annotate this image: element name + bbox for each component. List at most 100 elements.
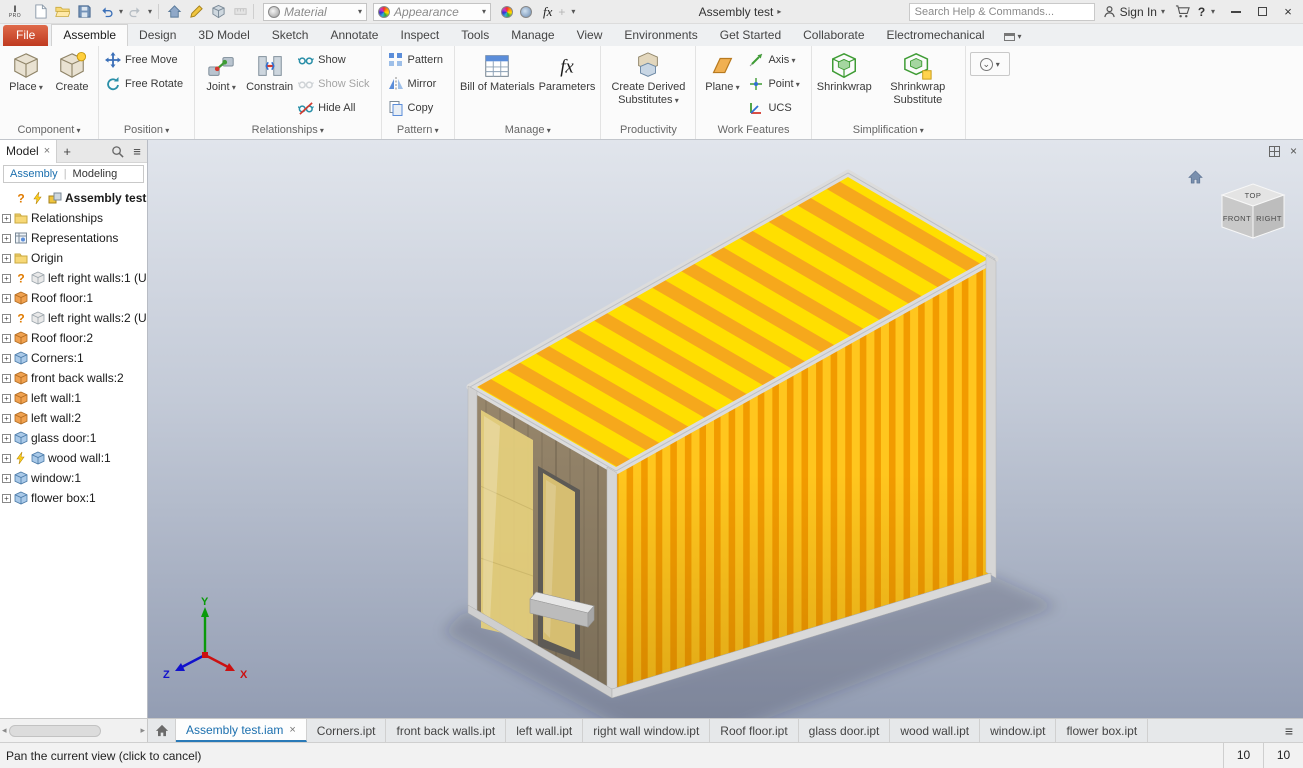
document-tab-glass-door-ipt[interactable]: glass door.ipt	[799, 719, 891, 742]
subtab-assembly[interactable]: Assembly	[10, 168, 58, 180]
expander-icon[interactable]: +	[2, 333, 11, 343]
app-logo[interactable]: I PRO	[2, 2, 28, 22]
button-show-sick[interactable]: Show Sick	[295, 72, 377, 96]
help-search-input[interactable]	[908, 2, 1095, 21]
adjust-appearance-icon[interactable]	[497, 3, 516, 21]
split-view-icon[interactable]	[1268, 145, 1280, 157]
close-tab-icon[interactable]: ×	[289, 724, 295, 736]
close-button[interactable]: ×	[1275, 2, 1301, 22]
button-copy[interactable]: Copy	[385, 96, 451, 120]
button-joint[interactable]: Joint ▾	[198, 48, 244, 94]
button-pattern[interactable]: Pattern	[385, 48, 451, 72]
group-label-component[interactable]: Component ▾	[0, 123, 98, 138]
ribbon-tab-file[interactable]: File	[3, 25, 49, 46]
expander-icon[interactable]: +	[2, 493, 11, 503]
help-dropdown-icon[interactable]: ▾	[1211, 7, 1215, 16]
tree-item-left-right-walls-2-u[interactable]: +? left right walls:2 (U	[2, 308, 147, 328]
document-tab-assembly-test-iam[interactable]: Assembly test.iam ×	[176, 719, 307, 742]
undo-dropdown-icon[interactable]: ▾	[119, 7, 123, 16]
expander-icon[interactable]: +	[2, 253, 11, 263]
group-label-position[interactable]: Position ▾	[99, 123, 194, 138]
ribbon-display-toggle[interactable]: ▾	[996, 32, 1030, 46]
tree-item-origin[interactable]: + Origin	[2, 248, 147, 268]
tree-item-relationships[interactable]: + Relationships	[2, 208, 147, 228]
ribbon-tab-sketch[interactable]: Sketch	[261, 25, 320, 46]
tree-item-representations[interactable]: + Representations	[2, 228, 147, 248]
ribbon-tab-assemble[interactable]: Assemble	[51, 24, 129, 46]
button-constrain[interactable]: Constrain	[244, 48, 295, 94]
home-tab-button[interactable]	[148, 719, 176, 742]
button-axis[interactable]: Axis ▾	[745, 48, 807, 72]
document-tab-window-ipt[interactable]: window.ipt	[980, 719, 1057, 742]
ribbon-tab-manage[interactable]: Manage	[500, 25, 565, 46]
button-shrinkwrap-substitute[interactable]: Shrinkwrap Substitute	[874, 48, 962, 106]
button-place[interactable]: Place ▾	[3, 48, 49, 94]
ribbon-tab-environments[interactable]: Environments	[613, 25, 708, 46]
group-label-relationships[interactable]: Relationships ▾	[195, 123, 380, 138]
ribbon-tab-get-started[interactable]: Get Started	[709, 25, 792, 46]
ribbon-tab-electromechanical[interactable]: Electromechanical	[876, 25, 996, 46]
redo-icon[interactable]	[126, 3, 145, 21]
view-cube[interactable]: TOP FRONT RIGHT	[1217, 180, 1289, 249]
expander-icon[interactable]: +	[2, 213, 11, 223]
button-show[interactable]: Show	[295, 48, 377, 72]
group-label-productivity[interactable]: Productivity	[601, 123, 695, 138]
material-combo[interactable]: Material ▾	[263, 2, 368, 21]
app-store-icon[interactable]	[1173, 3, 1192, 21]
undo-icon[interactable]	[97, 3, 116, 21]
tree-item-left-wall-2[interactable]: + left wall:2	[2, 408, 147, 428]
sign-in-button[interactable]: Sign In ▾	[1103, 5, 1165, 19]
minimize-button[interactable]	[1223, 2, 1249, 22]
group-label-work-features[interactable]: Work Features	[696, 123, 810, 138]
ribbon-tab-collaborate[interactable]: Collaborate	[792, 25, 875, 46]
expander-icon[interactable]: +	[2, 313, 11, 323]
add-quick-command-icon[interactable]: +	[552, 3, 571, 21]
ribbon-tab-inspect[interactable]: Inspect	[389, 25, 450, 46]
tree-item-roof-floor-1[interactable]: + Roof floor:1	[2, 288, 147, 308]
document-tab-left-wall-ipt[interactable]: left wall.ipt	[506, 719, 584, 742]
button-mirror[interactable]: Mirror	[385, 72, 451, 96]
expander-icon[interactable]: +	[2, 373, 11, 383]
appearance-combo[interactable]: Appearance ▾	[373, 2, 492, 21]
redo-dropdown-icon[interactable]: ▾	[148, 7, 152, 16]
button-create-derived-substitutes[interactable]: Create Derived Substitutes ▾	[604, 48, 692, 106]
browser-tab-model[interactable]: Model ×	[0, 139, 58, 163]
document-tab-roof-floor-ipt[interactable]: Roof floor.ipt	[710, 719, 799, 742]
ribbon-tab-3d-model[interactable]: 3D Model	[187, 25, 260, 46]
tab-list-menu-icon[interactable]: ≡	[1275, 719, 1303, 742]
expander-icon[interactable]: +	[2, 413, 11, 423]
expander-icon[interactable]: +	[2, 453, 11, 463]
tree-item-assembly-test-ia[interactable]: ?Assembly test.ia	[2, 188, 147, 208]
scroll-left-icon[interactable]: ◂	[2, 725, 7, 736]
browser-menu-icon[interactable]: ≡	[127, 144, 147, 159]
browser-search-icon[interactable]	[107, 145, 127, 158]
expander-icon[interactable]: +	[2, 293, 11, 303]
clear-override-icon[interactable]	[516, 3, 535, 21]
3d-scene-canvas[interactable]	[148, 140, 1303, 718]
expander-icon[interactable]: +	[2, 393, 11, 403]
button-free-move[interactable]: Free Move	[102, 48, 191, 72]
expander-icon[interactable]: +	[2, 353, 11, 363]
tree-item-wood-wall-1[interactable]: + wood wall:1	[2, 448, 147, 468]
qat-customize-icon[interactable]: ▾	[571, 7, 575, 16]
tree-item-flower-box-1[interactable]: + flower box:1	[2, 488, 147, 508]
add-browser-tab-button[interactable]: +	[57, 144, 77, 159]
browser-horizontal-scrollbar[interactable]: ◂ ▸	[0, 719, 148, 742]
close-view-icon[interactable]: ×	[1290, 144, 1297, 158]
button-bill-of-materials[interactable]: Bill of Materials	[458, 48, 537, 94]
measure-icon[interactable]	[231, 3, 250, 21]
button-create[interactable]: Create	[49, 48, 95, 94]
3d-viewport[interactable]: × TOP FRONT RIGHT Y X Z	[148, 140, 1303, 718]
tree-item-corners-1[interactable]: + Corners:1	[2, 348, 147, 368]
open-icon[interactable]	[53, 3, 72, 21]
parameters-quick-icon[interactable]: fx	[543, 4, 552, 20]
expander-icon[interactable]: +	[2, 273, 11, 283]
scroll-right-icon[interactable]: ▸	[140, 725, 145, 736]
subtab-modeling[interactable]: Modeling	[73, 168, 118, 180]
tree-item-roof-floor-2[interactable]: + Roof floor:2	[2, 328, 147, 348]
ribbon-tab-annotate[interactable]: Annotate	[319, 25, 389, 46]
expander-icon[interactable]: +	[2, 233, 11, 243]
tree-item-front-back-walls-2[interactable]: + front back walls:2	[2, 368, 147, 388]
ribbon-tab-design[interactable]: Design	[128, 25, 187, 46]
group-label-simplification[interactable]: Simplification ▾	[812, 123, 965, 138]
